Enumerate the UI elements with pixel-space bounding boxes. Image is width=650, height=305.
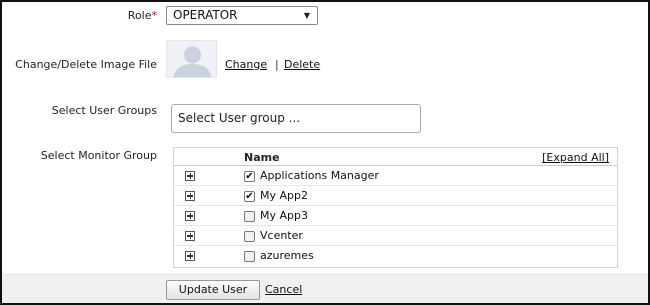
checkbox-icon[interactable]: ✔ bbox=[244, 171, 255, 182]
table-row: ✔ Applications Manager bbox=[174, 166, 617, 186]
checkbox-icon[interactable] bbox=[244, 211, 255, 222]
expand-all-link[interactable]: [Expand All] bbox=[542, 151, 609, 164]
row-name: azuremes bbox=[260, 249, 314, 262]
monitor-table-header: Name [Expand All] bbox=[174, 148, 617, 166]
edit-user-form: Role* OPERATOR ▼ Change/Delete Image Fil… bbox=[0, 0, 650, 305]
required-marker: * bbox=[151, 9, 158, 22]
table-row: My App3 bbox=[174, 206, 617, 226]
plus-box-icon[interactable] bbox=[185, 211, 195, 221]
cancel-link[interactable]: Cancel bbox=[265, 283, 302, 296]
checkbox-icon[interactable] bbox=[244, 231, 255, 242]
plus-box-icon[interactable] bbox=[185, 231, 195, 241]
checkbox-icon[interactable]: ✔ bbox=[244, 191, 255, 202]
row-name: My App2 bbox=[260, 189, 308, 202]
image-label: Change/Delete Image File bbox=[15, 58, 157, 71]
update-user-button[interactable]: Update User bbox=[166, 280, 260, 300]
role-select-value: OPERATOR bbox=[173, 8, 238, 22]
role-select[interactable]: OPERATOR ▼ bbox=[166, 6, 318, 25]
plus-box-icon[interactable] bbox=[185, 171, 195, 181]
role-label-text: Role bbox=[127, 9, 152, 22]
table-row: ✔ My App2 bbox=[174, 186, 617, 206]
row-name: Vcenter bbox=[260, 229, 303, 242]
table-row: Vcenter bbox=[174, 226, 617, 246]
avatar-silhouette bbox=[173, 46, 212, 77]
plus-box-icon[interactable] bbox=[185, 191, 195, 201]
monitor-group-table: Name [Expand All] ✔ Applications Manager… bbox=[173, 147, 618, 268]
user-groups-label: Select User Groups bbox=[51, 104, 157, 117]
caret-down-icon: ▼ bbox=[303, 11, 310, 20]
row-name: Applications Manager bbox=[260, 169, 379, 182]
change-image-link[interactable]: Change bbox=[225, 58, 267, 71]
user-group-input[interactable]: Select User group ... bbox=[171, 104, 421, 133]
role-label: Role* bbox=[62, 9, 157, 22]
plus-box-icon[interactable] bbox=[185, 251, 195, 261]
user-silhouette-icon bbox=[166, 40, 217, 78]
link-separator: | bbox=[275, 58, 279, 71]
delete-image-link[interactable]: Delete bbox=[284, 58, 320, 71]
monitor-group-label: Select Monitor Group bbox=[40, 149, 157, 162]
checkbox-icon[interactable] bbox=[244, 251, 255, 262]
row-name: My App3 bbox=[260, 209, 308, 222]
name-column-header: Name bbox=[244, 151, 280, 164]
table-row: azuremes bbox=[174, 246, 617, 266]
form-footer: Update User Cancel bbox=[2, 274, 648, 303]
